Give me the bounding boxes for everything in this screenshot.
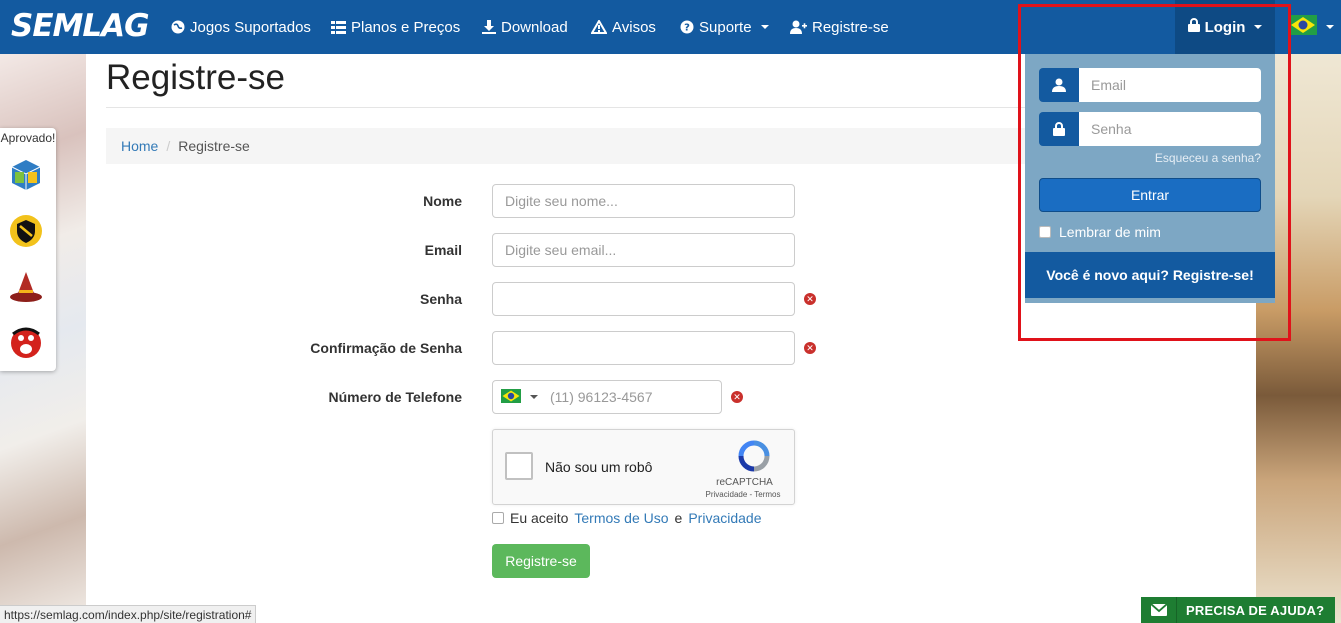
confirm-password-input[interactable] xyxy=(492,331,795,365)
name-placeholder: Digite seu nome... xyxy=(505,193,618,209)
phone-placeholder: (11) 96123-4567 xyxy=(550,389,653,405)
help-label: PRECISA DE AJUDA? xyxy=(1186,602,1325,618)
password-label: Senha xyxy=(419,291,462,307)
new-user-prefix: Você é novo aqui? xyxy=(1046,267,1169,283)
language-selector[interactable] xyxy=(1289,15,1334,38)
nav-download[interactable]: Download xyxy=(482,0,568,54)
list-icon xyxy=(331,20,346,34)
lock-icon xyxy=(1187,18,1200,36)
nav-jogos-suportados[interactable]: Jogos Suportados xyxy=(171,0,311,54)
envelope-icon xyxy=(1141,597,1177,623)
login-label: Login xyxy=(1204,18,1246,36)
login-email-placeholder: Email xyxy=(1091,77,1127,93)
phone-label: Número de Telefone xyxy=(328,389,462,405)
forgot-password-link[interactable]: Esqueceu a senha? xyxy=(1155,151,1261,165)
nav-suporte[interactable]: ? Suporte xyxy=(680,0,769,54)
password-error-icon: ✕ xyxy=(804,293,816,305)
terms-agreement: Eu aceito Termos de Uso e Privacidade xyxy=(492,510,761,526)
chevron-down-icon xyxy=(530,395,538,399)
login-password-placeholder: Senha xyxy=(1091,121,1132,137)
face-badge-icon[interactable] xyxy=(9,326,43,360)
nav-label: Avisos xyxy=(612,18,656,36)
page-title: Registre-se xyxy=(106,58,285,97)
chevron-down-icon xyxy=(1326,24,1334,29)
email-label: Email xyxy=(424,242,462,258)
remember-me: Lembrar de mim xyxy=(1039,224,1161,240)
register-button[interactable]: Registre-se xyxy=(492,544,590,578)
shield-badge-icon[interactable] xyxy=(9,214,43,248)
recaptcha-text: Não sou um robô xyxy=(545,459,653,475)
recaptcha-widget: Não sou um robô reCAPTCHA Privacidade - … xyxy=(492,429,795,505)
user-plus-icon xyxy=(790,20,807,34)
confirm-password-label: Confirmação de Senha xyxy=(310,340,462,356)
password-input[interactable] xyxy=(492,282,795,316)
globe-icon xyxy=(171,20,185,34)
terms-checkbox[interactable] xyxy=(492,512,504,524)
chevron-down-icon xyxy=(760,25,769,29)
phone-error-icon: ✕ xyxy=(731,391,743,403)
login-email-group: Email xyxy=(1039,68,1261,102)
breadcrumb-separator: / xyxy=(166,138,171,154)
nav-avisos[interactable]: Avisos xyxy=(591,0,656,54)
nav-label: Planos e Preços xyxy=(351,18,461,36)
agree-and: e xyxy=(674,510,683,526)
phone-input[interactable]: (11) 96123-4567 xyxy=(492,380,722,414)
nav-planos-precos[interactable]: Planos e Preços xyxy=(331,0,460,54)
login-dropdown-toggle[interactable]: Login xyxy=(1175,0,1275,54)
title-divider xyxy=(106,107,1026,108)
login-submit-button[interactable]: Entrar xyxy=(1039,178,1261,212)
remember-me-checkbox[interactable] xyxy=(1039,226,1051,238)
user-icon xyxy=(1039,68,1079,102)
agree-prefix: Eu aceito xyxy=(510,510,569,526)
phone-country-selector[interactable] xyxy=(501,388,538,406)
new-user-banner: Você é novo aqui? Registre-se! xyxy=(1025,252,1275,298)
name-label: Nome xyxy=(423,193,462,209)
login-password-group: Senha xyxy=(1039,112,1261,146)
badges-header: Aprovado! xyxy=(0,131,56,145)
wizard-hat-badge-icon[interactable] xyxy=(9,270,43,304)
login-password-input[interactable]: Senha xyxy=(1079,112,1261,146)
privacy-link[interactable]: Privacidade xyxy=(688,510,761,526)
name-input[interactable]: Digite seu nome... xyxy=(492,184,795,218)
nav-label: Jogos Suportados xyxy=(190,18,311,36)
recaptcha-logo-icon xyxy=(737,440,771,475)
recaptcha-checkbox[interactable] xyxy=(505,452,533,480)
breadcrumb: Home / Registre-se xyxy=(106,128,1026,164)
chevron-down-icon xyxy=(1254,25,1263,29)
help-button[interactable]: PRECISA DE AJUDA? xyxy=(1141,597,1335,623)
email-placeholder: Digite seu email... xyxy=(505,242,617,258)
browser-status-bar: https://semlag.com/index.php/site/regist… xyxy=(0,605,257,623)
navbar: SEMLAG Jogos Suportados Planos e Preços … xyxy=(0,0,1341,54)
confirm-password-error-icon: ✕ xyxy=(804,342,816,354)
recaptcha-terms[interactable]: Privacidade - Termos xyxy=(703,490,783,499)
nav-label: Suporte xyxy=(699,18,752,36)
download-icon xyxy=(482,20,496,34)
lock-icon xyxy=(1039,112,1079,146)
blocks-badge-icon[interactable] xyxy=(9,158,43,192)
recaptcha-brand: reCAPTCHA xyxy=(716,477,773,488)
warning-icon xyxy=(591,20,607,34)
new-user-register-link[interactable]: Registre-se! xyxy=(1173,267,1254,283)
login-dropdown-panel: Email Senha Esqueceu a senha? Entrar Lem… xyxy=(1025,54,1275,303)
brand-logo[interactable]: SEMLAG xyxy=(11,8,150,44)
remember-me-label: Lembrar de mim xyxy=(1059,224,1161,240)
svg-text:?: ? xyxy=(684,23,690,34)
nav-label: Download xyxy=(501,18,568,36)
breadcrumb-current: Registre-se xyxy=(178,138,250,154)
login-email-input[interactable]: Email xyxy=(1079,68,1261,102)
email-input[interactable]: Digite seu email... xyxy=(492,233,795,267)
brazil-flag-icon xyxy=(1289,15,1317,38)
question-icon: ? xyxy=(680,20,694,34)
approved-badges-panel: Aprovado! xyxy=(0,128,56,371)
brazil-flag-icon xyxy=(501,388,521,406)
breadcrumb-home[interactable]: Home xyxy=(121,138,158,154)
nav-registre-se[interactable]: Registre-se xyxy=(790,0,889,54)
terms-of-use-link[interactable]: Termos de Uso xyxy=(574,510,668,526)
nav-label: Registre-se xyxy=(812,18,889,36)
